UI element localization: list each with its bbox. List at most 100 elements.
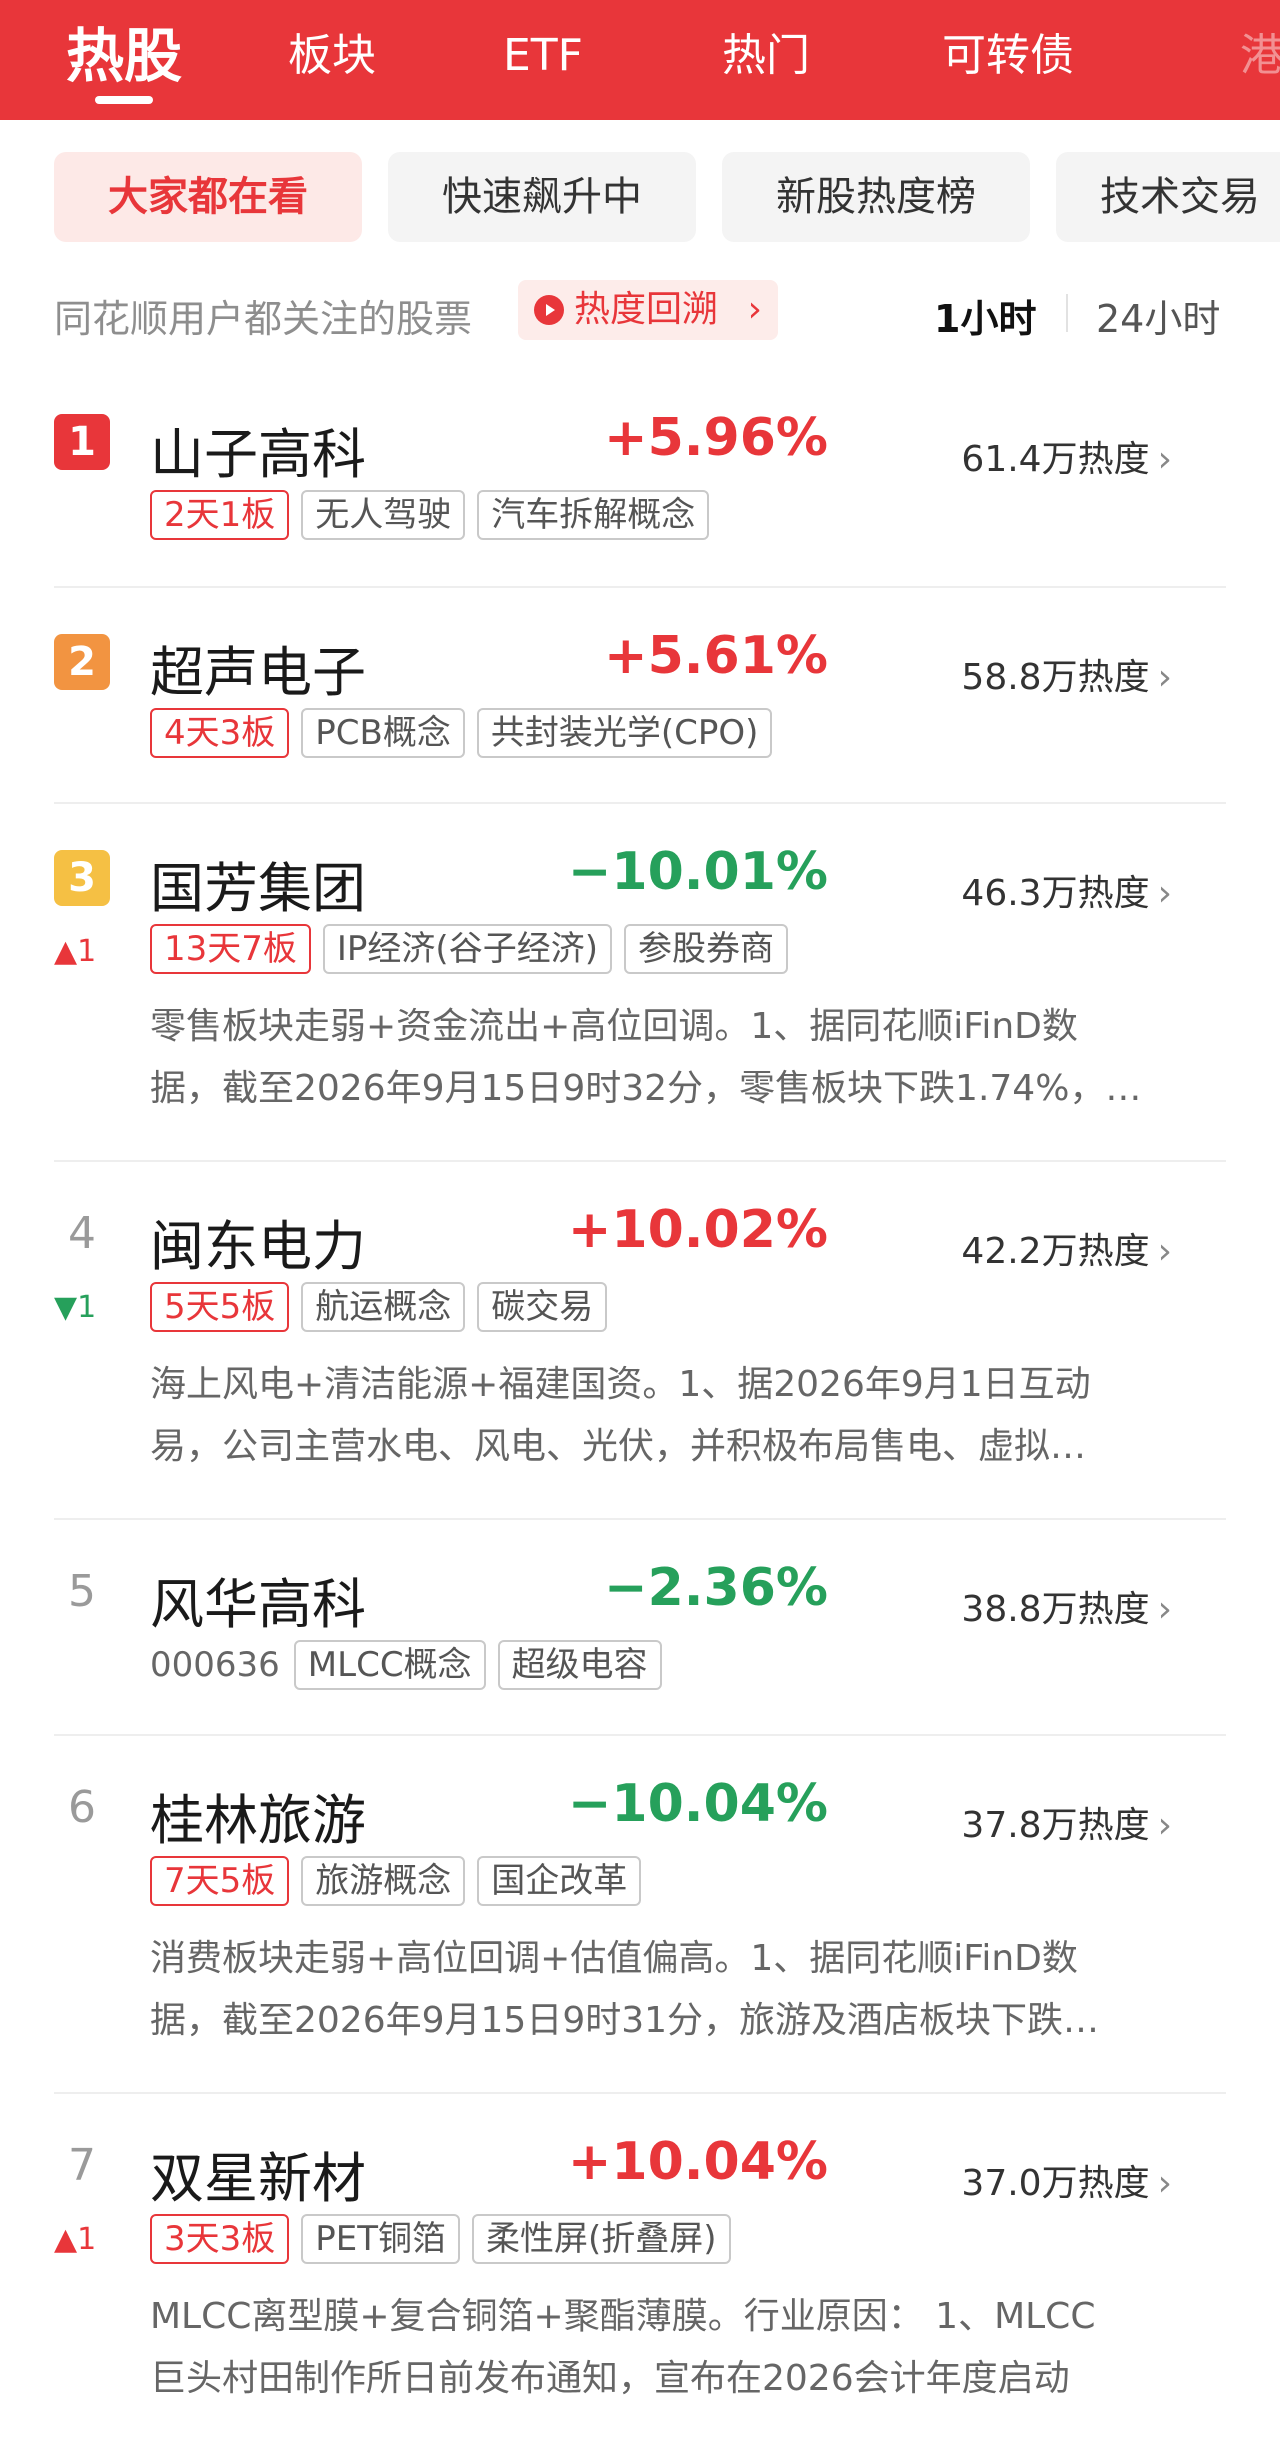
description-line: 海上风电+清洁能源+福建国资。1、据2026年9月1日互动 [150,1364,1091,1405]
concept-tag[interactable]: 航运概念 [301,1282,466,1332]
limit-up-tag[interactable]: 4天3板 [150,708,290,758]
concept-tag[interactable]: MLCC概念 [293,1640,486,1690]
concept-tag[interactable]: 超级电容 [497,1640,662,1690]
heat-label: 46.3万热度 [961,873,1150,914]
stock-description[interactable]: MLCC离型膜+复合铜箔+聚酯薄膜。行业原因： 1、MLCC 巨头村田制作所日前… [150,2286,1230,2410]
description-line: 消费板块走弱+高位回调+估值偏高。1、据同花顺iFinD数 [150,1938,1078,1979]
tag-list: 4天3板 PCB概念 共封装光学(CPO) [150,708,784,758]
stock-row[interactable]: 5 风华高科 −2.36% 38.8万热度 › 000636 MLCC概念 超级电容 [54,1520,1226,1736]
change-percent: +10.02% [567,1200,828,1260]
heat-label: 37.8万热度 [961,1805,1150,1846]
concept-tag[interactable]: 柔性屏(折叠屏) [472,2214,731,2264]
tab-popular[interactable]: 热门 [722,0,810,120]
change-percent: −10.04% [567,1774,828,1834]
stock-description[interactable]: 海上风电+清洁能源+福建国资。1、据2026年9月1日互动 易，公司主营水电、风… [150,1354,1230,1478]
tag-list: 5天5板 航运概念 碳交易 [150,1282,619,1332]
stock-row[interactable]: 1 山子高科 +5.96% 61.4万热度 › 2天1板 无人驾驶 汽车拆解概念 [54,372,1226,588]
tag-list: 3天3板 PET铜箔 柔性屏(折叠屏) [150,2214,743,2264]
tag-list: 13天7板 IP经济(谷子经济) 参股券商 [150,924,800,974]
stock-name: 闽东电力 [150,1215,366,1278]
rank-change-down: ▼1 [54,1290,97,1325]
change-percent: −10.01% [567,842,828,902]
top-nav: 热股 板块 ETF 热门 可转债 港 [0,0,1280,120]
divider [1066,294,1068,332]
heat-label: 37.0万热度 [961,2163,1150,2204]
tab-convertible-bonds[interactable]: 可转债 [942,0,1074,120]
limit-up-tag[interactable]: 13天7板 [150,924,311,974]
limit-up-tag[interactable]: 5天5板 [150,1282,290,1332]
limit-up-tag[interactable]: 2天1板 [150,490,290,540]
description-line: 据，截至2026年9月15日9时32分，零售板块下跌1.74%，… [150,1068,1142,1109]
chevron-right-icon: › [747,289,762,330]
tab-hot-stocks[interactable]: 热股 [66,0,182,120]
concept-tag[interactable]: 碳交易 [477,1282,608,1332]
rank-number: 5 [68,1566,96,1617]
concept-tag[interactable]: 共封装光学(CPO) [476,708,773,758]
tab-hk[interactable]: 港 [1240,0,1280,120]
heat-value[interactable]: 38.8万热度 › [961,1580,1172,1632]
chevron-right-icon: › [1157,873,1172,914]
heat-value[interactable]: 42.2万热度 › [961,1222,1172,1274]
concept-tag[interactable]: PCB概念 [301,708,465,758]
stock-row[interactable]: 2 超声电子 +5.61% 58.8万热度 › 4天3板 PCB概念 共封装光学(CP… [54,588,1226,804]
sub-tabs: 大家都在看 快速飙升中 新股热度榜 技术交易 [0,152,1280,246]
rank-change-up: ▲1 [54,934,97,969]
limit-up-tag[interactable]: 7天5板 [150,1856,290,1906]
subtab-tech-trading[interactable]: 技术交易 [1056,152,1280,242]
chevron-right-icon: › [1157,439,1172,480]
concept-tag[interactable]: PET铜箔 [301,2214,461,2264]
tag-list: 000636 MLCC概念 超级电容 [150,1640,674,1690]
concept-tag[interactable]: 国企改革 [477,1856,642,1906]
concept-tag[interactable]: 汽车拆解概念 [477,490,710,540]
stock-row[interactable]: 6 桂林旅游 −10.04% 37.8万热度 › 7天5板 旅游概念 国企改革 消费板… [54,1736,1226,2094]
rank-badge: 1 [54,414,110,470]
concept-tag[interactable]: 参股券商 [623,924,788,974]
change-percent: +5.96% [604,408,828,468]
heat-value[interactable]: 37.8万热度 › [961,1796,1172,1848]
subtab-everyone-watching[interactable]: 大家都在看 [54,152,362,242]
description-line: 易，公司主营水电、风电、光伏，并积极布局售电、虚拟… [150,1426,1087,1467]
heat-label: 61.4万热度 [961,439,1150,480]
stock-row[interactable]: 7 ▲1 双星新材 +10.04% 37.0万热度 › 3天3板 PET铜箔 柔性屏(… [54,2094,1226,2424]
rank-number: 4 [68,1208,96,1259]
tab-sectors[interactable]: 板块 [288,0,376,120]
heat-value[interactable]: 61.4万热度 › [961,430,1172,482]
tag-list: 2天1板 无人驾驶 汽车拆解概念 [150,490,721,540]
heat-trace-label: 热度回溯 [574,289,719,330]
tab-etf[interactable]: ETF [503,0,583,120]
stock-row[interactable]: 4 ▼1 闽东电力 +10.02% 42.2万热度 › 5天5板 航运概念 碳交易 海… [54,1162,1226,1520]
chevron-right-icon: › [1157,1231,1172,1272]
heat-value[interactable]: 46.3万热度 › [961,864,1172,916]
stock-row[interactable]: 3 ▲1 国芳集团 −10.01% 46.3万热度 › 13天7板 IP经济(谷子经… [54,804,1226,1162]
chevron-right-icon: › [1157,2163,1172,2204]
subtab-new-stock-heat[interactable]: 新股热度榜 [722,152,1030,242]
stock-description[interactable]: 零售板块走弱+资金流出+高位回调。1、据同花顺iFinD数 据，截至2026年9… [150,996,1230,1120]
concept-tag[interactable]: 旅游概念 [301,1856,466,1906]
stock-name: 桂林旅游 [150,1789,366,1852]
description-line: MLCC离型膜+复合铜箔+聚酯薄膜。行业原因： 1、MLCC [150,2296,1096,2337]
chevron-right-icon: › [1157,1589,1172,1630]
chevron-right-icon: › [1157,1805,1172,1846]
stock-description[interactable]: 消费板块走弱+高位回调+估值偏高。1、据同花顺iFinD数 据，截至2026年9… [150,1928,1230,2052]
description-line: 零售板块走弱+资金流出+高位回调。1、据同花顺iFinD数 [150,1006,1078,1047]
subtab-rising-fast[interactable]: 快速飙升中 [388,152,696,242]
rank-badge: 3 [54,850,110,906]
stock-name: 国芳集团 [150,857,366,920]
heat-trace-button[interactable]: 热度回溯 › [518,280,778,340]
rank-change-up: ▲1 [54,2222,97,2257]
heat-value[interactable]: 58.8万热度 › [961,648,1172,700]
stock-code: 000636 [150,1645,280,1685]
heat-value[interactable]: 37.0万热度 › [961,2154,1172,2206]
stock-name: 风华高科 [150,1573,366,1636]
concept-tag[interactable]: 无人驾驶 [301,490,466,540]
stock-list: 1 山子高科 +5.96% 61.4万热度 › 2天1板 无人驾驶 汽车拆解概念 2 … [0,372,1280,2424]
change-percent: −2.36% [604,1558,828,1618]
limit-up-tag[interactable]: 3天3板 [150,2214,290,2264]
time-option-1h[interactable]: 1小时 [934,288,1036,343]
change-percent: +5.61% [604,626,828,686]
stock-name: 超声电子 [150,641,366,704]
time-option-24h[interactable]: 24小时 [1096,288,1220,343]
change-percent: +10.04% [567,2132,828,2192]
concept-tag[interactable]: IP经济(谷子经济) [322,924,612,974]
tag-list: 7天5板 旅游概念 国企改革 [150,1856,653,1906]
